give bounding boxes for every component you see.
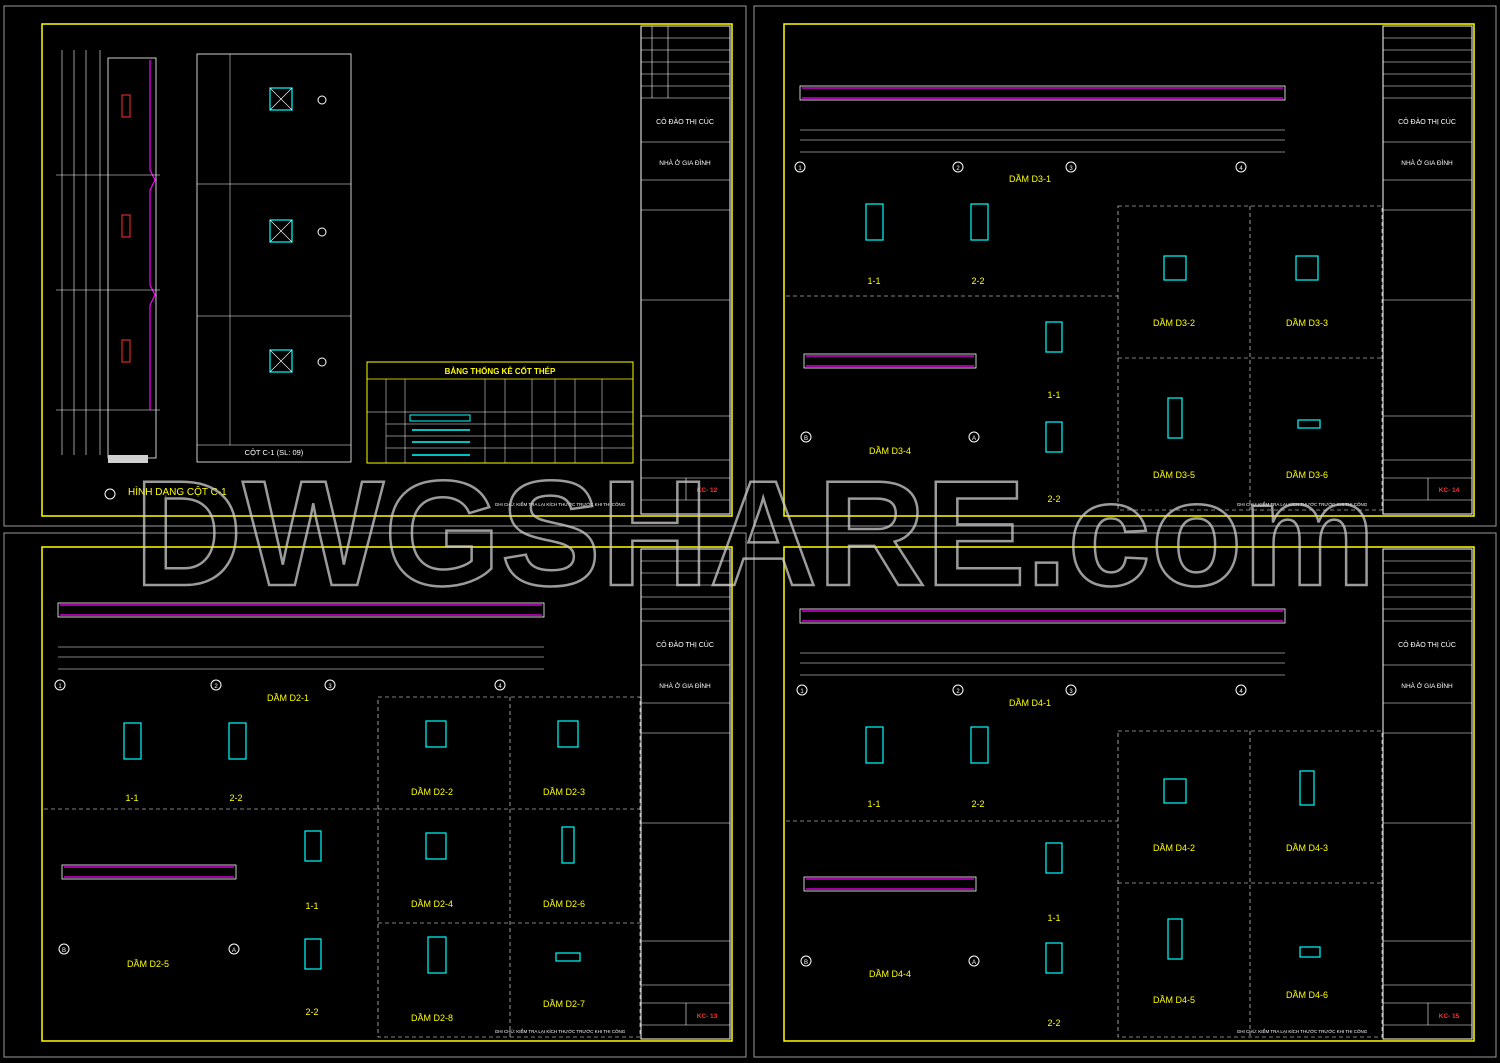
beam-title: DẦM D2-2 — [411, 787, 453, 797]
section-label: 1-1 — [125, 793, 138, 803]
column-elevation: HÌNH DẠNG CỘT C-1 — [56, 50, 227, 500]
beam-d3-4-elevation: B A DẦM D3-4 — [786, 295, 1118, 456]
beam-title: DẦM D2-8 — [411, 1013, 453, 1023]
beam-title: DẦM D3-4 — [869, 446, 911, 456]
beam-title: DẦM D3-6 — [1286, 470, 1328, 480]
beam-title: DẦM D3-5 — [1153, 470, 1195, 480]
axis-label: B — [62, 948, 66, 954]
axis-label: B — [804, 960, 808, 966]
note-text: GHI CHÚ: KIỂM TRA LẠI KÍCH THƯỚC TRƯỚC K… — [1237, 501, 1368, 507]
sheet-border — [3, 5, 747, 527]
title-block: CÔ ĐÀO THỊ CÚC NHÀ Ở GIA ĐÌNH KC- 15 — [1382, 548, 1473, 1040]
section-label: 2-2 — [971, 276, 984, 286]
sections-d2: 1-1 2-2 1-1 2-2 — [123, 722, 322, 1017]
axis-label: 3 — [1069, 166, 1073, 172]
section-label: 2-2 — [229, 793, 242, 803]
beam-d4-1-elevation: 1 2 3 4 DẦM D4-1 — [796, 608, 1286, 708]
sheet-code: KC- 15 — [1439, 1013, 1460, 1020]
column-section-title: CỘT C-1 (SL: 09) — [245, 448, 304, 457]
beam-d2-5-elevation: B A DẦM D2-5 — [44, 808, 378, 969]
beam-title: DẦM D3-2 — [1153, 318, 1195, 328]
sheet-code: KC- 13 — [697, 1013, 718, 1020]
title-block: CÔ ĐÀO THỊ CÚC NHÀ Ở GIA ĐÌNH KC- 14 — [1382, 25, 1473, 515]
sheet-beam-d3: CÔ ĐÀO THỊ CÚC NHÀ Ở GIA ĐÌNH KC- 14 1 2… — [753, 5, 1497, 527]
axis-label: 1 — [58, 684, 62, 690]
sheet-code: KC- 12 — [697, 487, 718, 494]
beam-title: DẦM D4-4 — [869, 969, 911, 979]
beam-title: DẦM D2-5 — [127, 959, 169, 969]
title-block: CÔ ĐÀO THỊ CÚC NHÀ Ở GIA ĐÌNH KC- 13 — [640, 548, 731, 1040]
beam-title: DẦM D2-4 — [411, 899, 453, 909]
project-title: NHÀ Ở GIA ĐÌNH — [659, 158, 711, 167]
beam-title: DẦM D2-6 — [543, 899, 585, 909]
section-label: 1-1 — [305, 901, 318, 911]
beam-title: DẦM D2-3 — [543, 787, 585, 797]
axis-label: A — [972, 960, 976, 966]
axis-label: 2 — [214, 684, 218, 690]
beam-title: DẦM D4-2 — [1153, 843, 1195, 853]
axis-label: A — [232, 948, 236, 954]
section-label: 2-2 — [1047, 494, 1060, 504]
beam-d3-1-elevation: 1 2 3 4 DẦM D3-1 — [794, 85, 1286, 184]
section-label: 1-1 — [1047, 913, 1060, 923]
axis-label: 1 — [800, 689, 804, 695]
owner-title: CÔ ĐÀO THỊ CÚC — [1398, 640, 1456, 649]
axis-label: 2 — [956, 166, 960, 172]
beam-title: DẦM D4-3 — [1286, 843, 1328, 853]
beam-title: DẦM D3-1 — [1009, 174, 1051, 184]
project-title: NHÀ Ở GIA ĐÌNH — [1401, 158, 1453, 167]
sheet-column-c1: CÔ ĐÀO THỊ CÚC NHÀ Ở GIA ĐÌNH KC- 12 HÌN… — [3, 5, 747, 527]
note-text: GHI CHÚ: KIỂM TRA LẠI KÍCH THƯỚC TRƯỚC K… — [495, 1028, 626, 1034]
project-title: NHÀ Ở GIA ĐÌNH — [1401, 681, 1453, 690]
sections-d4: 1-1 2-2 1-1 2-2 — [865, 726, 1063, 1028]
owner-title: CÔ ĐÀO THỊ CÚC — [656, 117, 714, 126]
beam-d4-4-elevation: B A DẦM D4-4 — [786, 820, 1118, 979]
project-title: NHÀ Ở GIA ĐÌNH — [659, 681, 711, 690]
rebar-table: BẢNG THỐNG KÊ CỐT THÉP — [366, 361, 634, 464]
beam-title: DẦM D3-3 — [1286, 318, 1328, 328]
column-shape-title: HÌNH DẠNG CỘT C-1 — [128, 485, 227, 498]
axis-label: 4 — [498, 684, 502, 690]
section-label: 1-1 — [867, 276, 880, 286]
axis-label: 2 — [956, 689, 960, 695]
axis-label: 3 — [1069, 689, 1073, 695]
axis-label: 3 — [328, 684, 332, 690]
sheet-beam-d2: CÔ ĐÀO THỊ CÚC NHÀ Ở GIA ĐÌNH KC- 13 1 2… — [3, 532, 747, 1058]
axis-label: A — [972, 436, 976, 442]
beam-d3-sub-sections: DẦM D3-2 DẦM D3-3 DẦM D3-5 DẦM D3-6 — [1117, 205, 1383, 511]
title-block: CÔ ĐÀO THỊ CÚC NHÀ Ở GIA ĐÌNH KC- 12 — [640, 25, 731, 515]
section-label: 2-2 — [971, 799, 984, 809]
note-text: GHI CHÚ: KIỂM TRA LẠI KÍCH THƯỚC TRƯỚC K… — [495, 501, 626, 507]
column-sections: CỘT C-1 (SL: 09) — [196, 53, 352, 463]
section-label: 2-2 — [305, 1007, 318, 1017]
owner-title: CÔ ĐÀO THỊ CÚC — [1398, 117, 1456, 126]
beam-title: DẦM D2-7 — [543, 999, 585, 1009]
section-label: 1-1 — [867, 799, 880, 809]
section-label: 1-1 — [1047, 390, 1060, 400]
beam-title: DẦM D4-5 — [1153, 995, 1195, 1005]
beam-title: DẦM D4-1 — [1009, 698, 1051, 708]
beam-d2-sub-sections: DẦM D2-2 DẦM D2-3 DẦM D2-4 DẦM D2-6 DẦM … — [377, 696, 641, 1038]
table-title: BẢNG THỐNG KÊ CỐT THÉP — [445, 366, 556, 376]
beam-d2-1-elevation: 1 2 3 4 DẦM D2-1 — [54, 602, 545, 703]
note-text: GHI CHÚ: KIỂM TRA LẠI KÍCH THƯỚC TRƯỚC K… — [1237, 1028, 1368, 1034]
beam-title: DẦM D4-6 — [1286, 990, 1328, 1000]
drawing-frame — [41, 23, 733, 517]
owner-title: CÔ ĐÀO THỊ CÚC — [656, 640, 714, 649]
beam-d4-sub-sections: DẦM D4-2 DẦM D4-3 DẦM D4-5 DẦM D4-6 — [1117, 730, 1383, 1038]
beam-title: DẦM D2-1 — [267, 693, 309, 703]
axis-label: B — [804, 436, 808, 442]
sheet-code: KC- 14 — [1439, 487, 1460, 494]
axis-label: 1 — [798, 166, 802, 172]
axis-label: 4 — [1239, 166, 1243, 172]
axis-label: 4 — [1239, 689, 1243, 695]
sheet-beam-d4: CÔ ĐÀO THỊ CÚC NHÀ Ở GIA ĐÌNH KC- 15 1 2… — [753, 532, 1497, 1058]
section-label: 2-2 — [1047, 1018, 1060, 1028]
